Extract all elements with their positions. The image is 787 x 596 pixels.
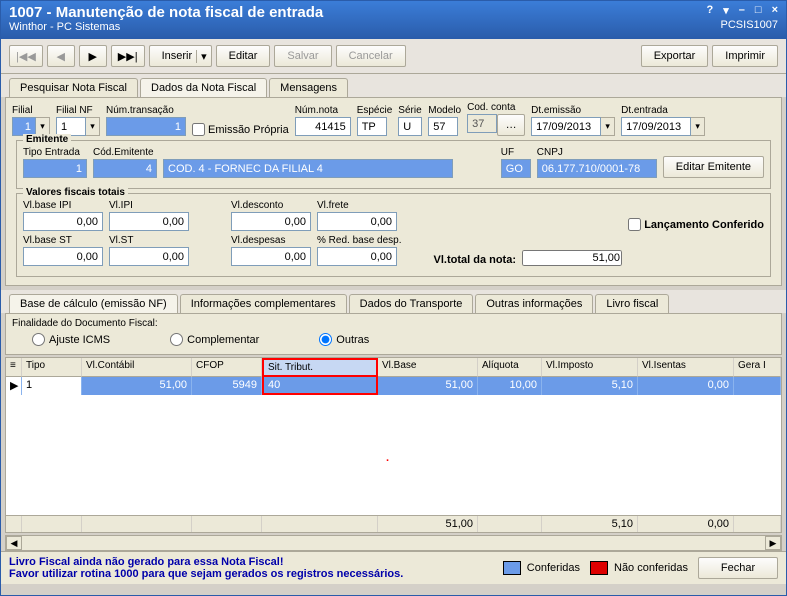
codconta-lookup-button[interactable]: …	[497, 114, 525, 136]
col-gera[interactable]: Gera I	[734, 358, 781, 377]
lancamento-conferido-check[interactable]: Lançamento Conferido	[628, 218, 764, 231]
grid-footer: 51,00 5,10 0,00	[6, 515, 781, 532]
finalidade-label: Finalidade do Documento Fiscal:	[12, 318, 775, 329]
tab-livro-fiscal[interactable]: Livro fiscal	[595, 294, 669, 313]
inserir-button[interactable]: Inserir▾	[149, 45, 212, 67]
main-toolbar: |◀◀ ◀ ▶ ▶▶| Inserir▾ Editar Salvar Cance…	[1, 39, 786, 74]
especie-input[interactable]	[357, 117, 387, 136]
codemitente-input[interactable]	[93, 159, 157, 178]
uf-input	[501, 159, 531, 178]
grid-body: ·	[6, 395, 781, 515]
scroll-left-icon[interactable]: ◀	[6, 536, 22, 550]
emissao-propria-check[interactable]: Emissão Própria	[192, 123, 289, 136]
tab-dados-nota[interactable]: Dados da Nota Fiscal	[140, 78, 267, 97]
pin-icon[interactable]: ▾	[723, 4, 729, 17]
detail-tabs: Base de cálculo (emissão NF) Informações…	[1, 290, 786, 313]
vldespesas-input[interactable]	[231, 247, 311, 266]
radio-outras[interactable]: Outras	[319, 333, 369, 346]
minimize-icon[interactable]: –	[739, 4, 745, 17]
tab-mensagens[interactable]: Mensagens	[269, 78, 348, 97]
tab-info-complementares[interactable]: Informações complementares	[180, 294, 347, 313]
valores-group: Valores fiscais totais Vl.base IPI Vl.IP…	[16, 193, 771, 277]
status-line2: Favor utilizar rotina 1000 para que seja…	[9, 568, 503, 580]
col-vlimposto[interactable]: Vl.Imposto	[542, 358, 638, 377]
detail-panel: Finalidade do Documento Fiscal: Ajuste I…	[5, 313, 782, 355]
imprimir-button[interactable]: Imprimir	[712, 45, 778, 67]
help-icon[interactable]: ?	[707, 4, 714, 17]
dtemissao-input[interactable]	[531, 117, 601, 136]
main-tabs: Pesquisar Nota Fiscal Dados da Nota Fisc…	[1, 74, 786, 97]
vlfrete-input[interactable]	[317, 212, 397, 231]
chevron-down-icon[interactable]: ▾	[601, 117, 615, 136]
tab-pesquisar[interactable]: Pesquisar Nota Fiscal	[9, 78, 138, 97]
vldesconto-input[interactable]	[231, 212, 311, 231]
vltotal-input	[522, 250, 622, 266]
module-code: PCSIS1007	[721, 19, 778, 31]
col-tipo[interactable]: Tipo	[22, 358, 82, 377]
nav-last-button[interactable]: ▶▶|	[111, 45, 145, 67]
cnpj-input	[537, 159, 657, 178]
cancelar-button[interactable]: Cancelar	[336, 45, 406, 67]
vlst-input[interactable]	[109, 247, 189, 266]
statusbar: Livro Fiscal ainda não gerado para essa …	[1, 551, 786, 584]
col-vlbase[interactable]: Vl.Base	[378, 358, 478, 377]
numnota-input[interactable]	[295, 117, 351, 136]
tipoentrada-input[interactable]	[23, 159, 87, 178]
vlbaseipi-input[interactable]	[23, 212, 103, 231]
horizontal-scrollbar[interactable]: ◀▶	[5, 535, 782, 551]
radio-ajuste-icms[interactable]: Ajuste ICMS	[32, 333, 110, 346]
modelo-input[interactable]	[428, 117, 458, 136]
col-vlisentas[interactable]: Vl.Isentas	[638, 358, 734, 377]
tab-dados-transporte[interactable]: Dados do Transporte	[349, 294, 474, 313]
window-title: 1007 - Manutenção de nota fiscal de entr…	[9, 4, 323, 21]
close-icon[interactable]: ×	[772, 4, 778, 17]
redbase-input[interactable]	[317, 247, 397, 266]
editar-button[interactable]: Editar	[216, 45, 271, 67]
nav-next-button[interactable]: ▶	[79, 45, 107, 67]
editar-emitente-button[interactable]: Editar Emitente	[663, 156, 764, 178]
status-line1: Livro Fiscal ainda não gerado para essa …	[9, 556, 503, 568]
col-vlcontabil[interactable]: Vl.Contábil	[82, 358, 192, 377]
col-sittribut[interactable]: Sit. Tribut.	[262, 358, 378, 377]
scroll-right-icon[interactable]: ▶	[765, 536, 781, 550]
col-aliquota[interactable]: Alíquota	[478, 358, 542, 377]
nav-prev-button[interactable]: ◀	[47, 45, 75, 67]
chevron-down-icon[interactable]: ▾	[86, 117, 100, 136]
col-cfop[interactable]: CFOP	[192, 358, 262, 377]
titlebar: 1007 - Manutenção de nota fiscal de entr…	[1, 1, 786, 39]
nav-first-button[interactable]: |◀◀	[9, 45, 43, 67]
salvar-button[interactable]: Salvar	[274, 45, 331, 67]
chevron-down-icon[interactable]: ▾	[691, 117, 705, 136]
items-grid[interactable]: ≡ Tipo Vl.Contábil CFOP Sit. Tribut. Vl.…	[5, 357, 782, 533]
header-panel: Filial▾ Filial NF▾ Núm.transação Emissão…	[5, 97, 782, 286]
legend-naoconferidas: Não conferidas	[590, 561, 688, 575]
maximize-icon[interactable]: □	[755, 4, 762, 17]
tab-outras-info[interactable]: Outras informações	[475, 294, 593, 313]
tab-base-calculo[interactable]: Base de cálculo (emissão NF)	[9, 294, 178, 313]
serie-input[interactable]	[398, 117, 422, 136]
legend-conferidas: Conferidas	[503, 561, 580, 575]
window-subtitle: Winthor - PC Sistemas	[9, 21, 323, 33]
numtrans-input[interactable]	[106, 117, 186, 136]
vlipi-input[interactable]	[109, 212, 189, 231]
codconta-input	[467, 114, 497, 133]
radio-complementar[interactable]: Complementar	[170, 333, 259, 346]
emitente-group: Emitente Tipo Entrada Cód.Emitente UF CN…	[16, 140, 771, 189]
exportar-button[interactable]: Exportar	[641, 45, 709, 67]
fechar-button[interactable]: Fechar	[698, 557, 778, 579]
vlbasest-input[interactable]	[23, 247, 103, 266]
emitente-desc	[163, 159, 453, 178]
dtentrada-input[interactable]	[621, 117, 691, 136]
table-row[interactable]: ▶ 1 51,00 5949 40 51,00 10,00 5,10 0,00	[6, 377, 781, 395]
